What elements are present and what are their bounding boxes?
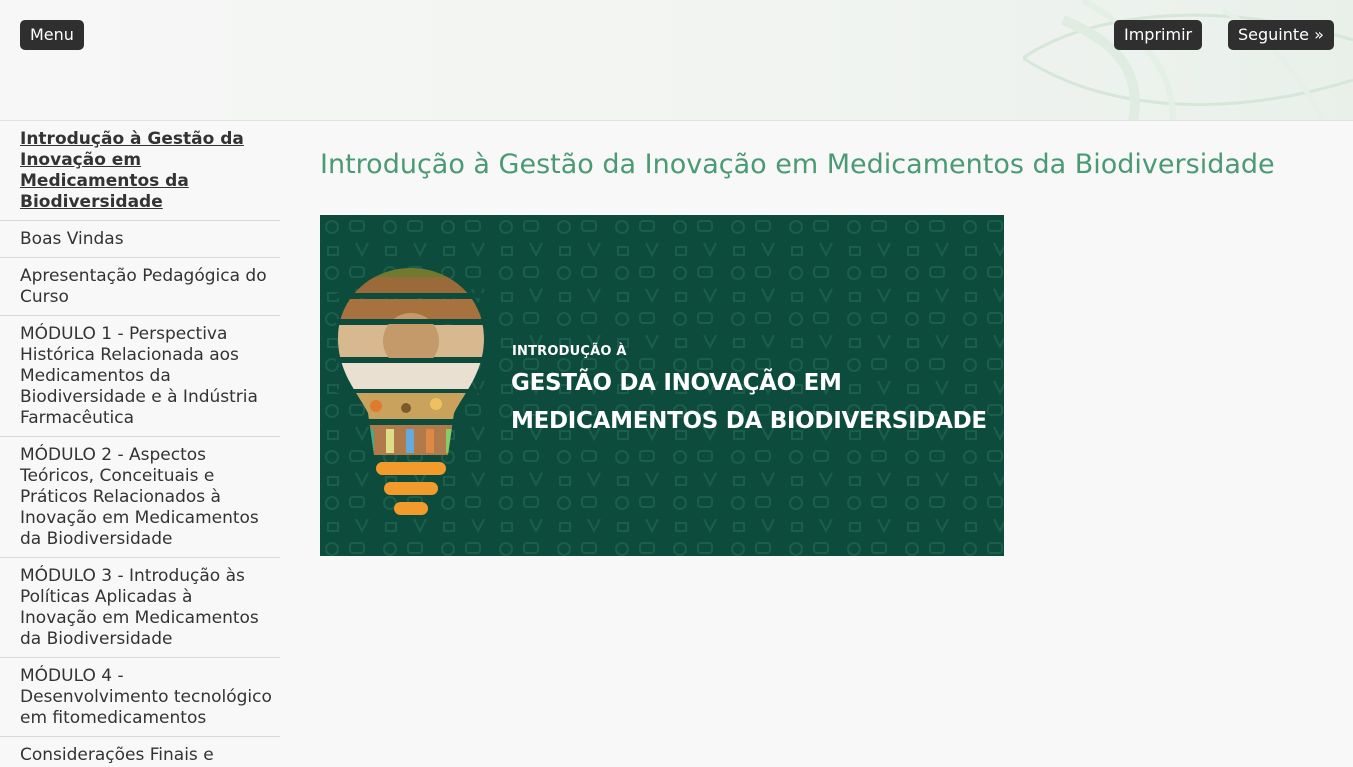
sidebar-nav: Introdução à Gestão da Inovação em Medic… (0, 121, 280, 767)
banner-title-line-1: GESTÃO DA INOVAÇÃO EM (511, 370, 842, 396)
sidebar-item-intro[interactable]: Introdução à Gestão da Inovação em Medic… (0, 121, 280, 221)
sidebar-item-modulo-2[interactable]: MÓDULO 2 - Aspectos Teóricos, Conceituai… (0, 437, 280, 558)
sidebar-item-boas-vindas[interactable]: Boas Vindas (0, 221, 280, 258)
banner-subtitle: INTRODUÇÃO À (512, 344, 627, 359)
sidebar-item-modulo-4[interactable]: MÓDULO 4 - Desenvolvimento tecnológico e… (0, 658, 280, 737)
sidebar-item-modulo-1[interactable]: MÓDULO 1 - Perspectiva Histórica Relacio… (0, 316, 280, 437)
sidebar-item-apresentacao[interactable]: Apresentação Pedagógica do Curso (0, 258, 280, 316)
course-banner: INTRODUÇÃO À GESTÃO DA INOVAÇÃO EM MEDIC… (320, 215, 1004, 556)
header-leaf-decoration (1023, 0, 1353, 120)
banner-title-line-2: MEDICAMENTOS DA BIODIVERSIDADE (511, 408, 987, 434)
sidebar-item-modulo-3[interactable]: MÓDULO 3 - Introdução às Políticas Aplic… (0, 558, 280, 658)
page-header: Menu Imprimir Seguinte » (0, 0, 1353, 121)
page-title: Introdução à Gestão da Inovação em Medic… (320, 149, 1275, 180)
print-button[interactable]: Imprimir (1114, 20, 1203, 50)
lightbulb-icon (336, 268, 486, 515)
menu-button[interactable]: Menu (20, 20, 84, 50)
sidebar-item-consideracoes[interactable]: Considerações Finais e (0, 737, 280, 767)
main-content: Introdução à Gestão da Inovação em Medic… (320, 121, 1330, 556)
next-button[interactable]: Seguinte » (1228, 20, 1334, 50)
